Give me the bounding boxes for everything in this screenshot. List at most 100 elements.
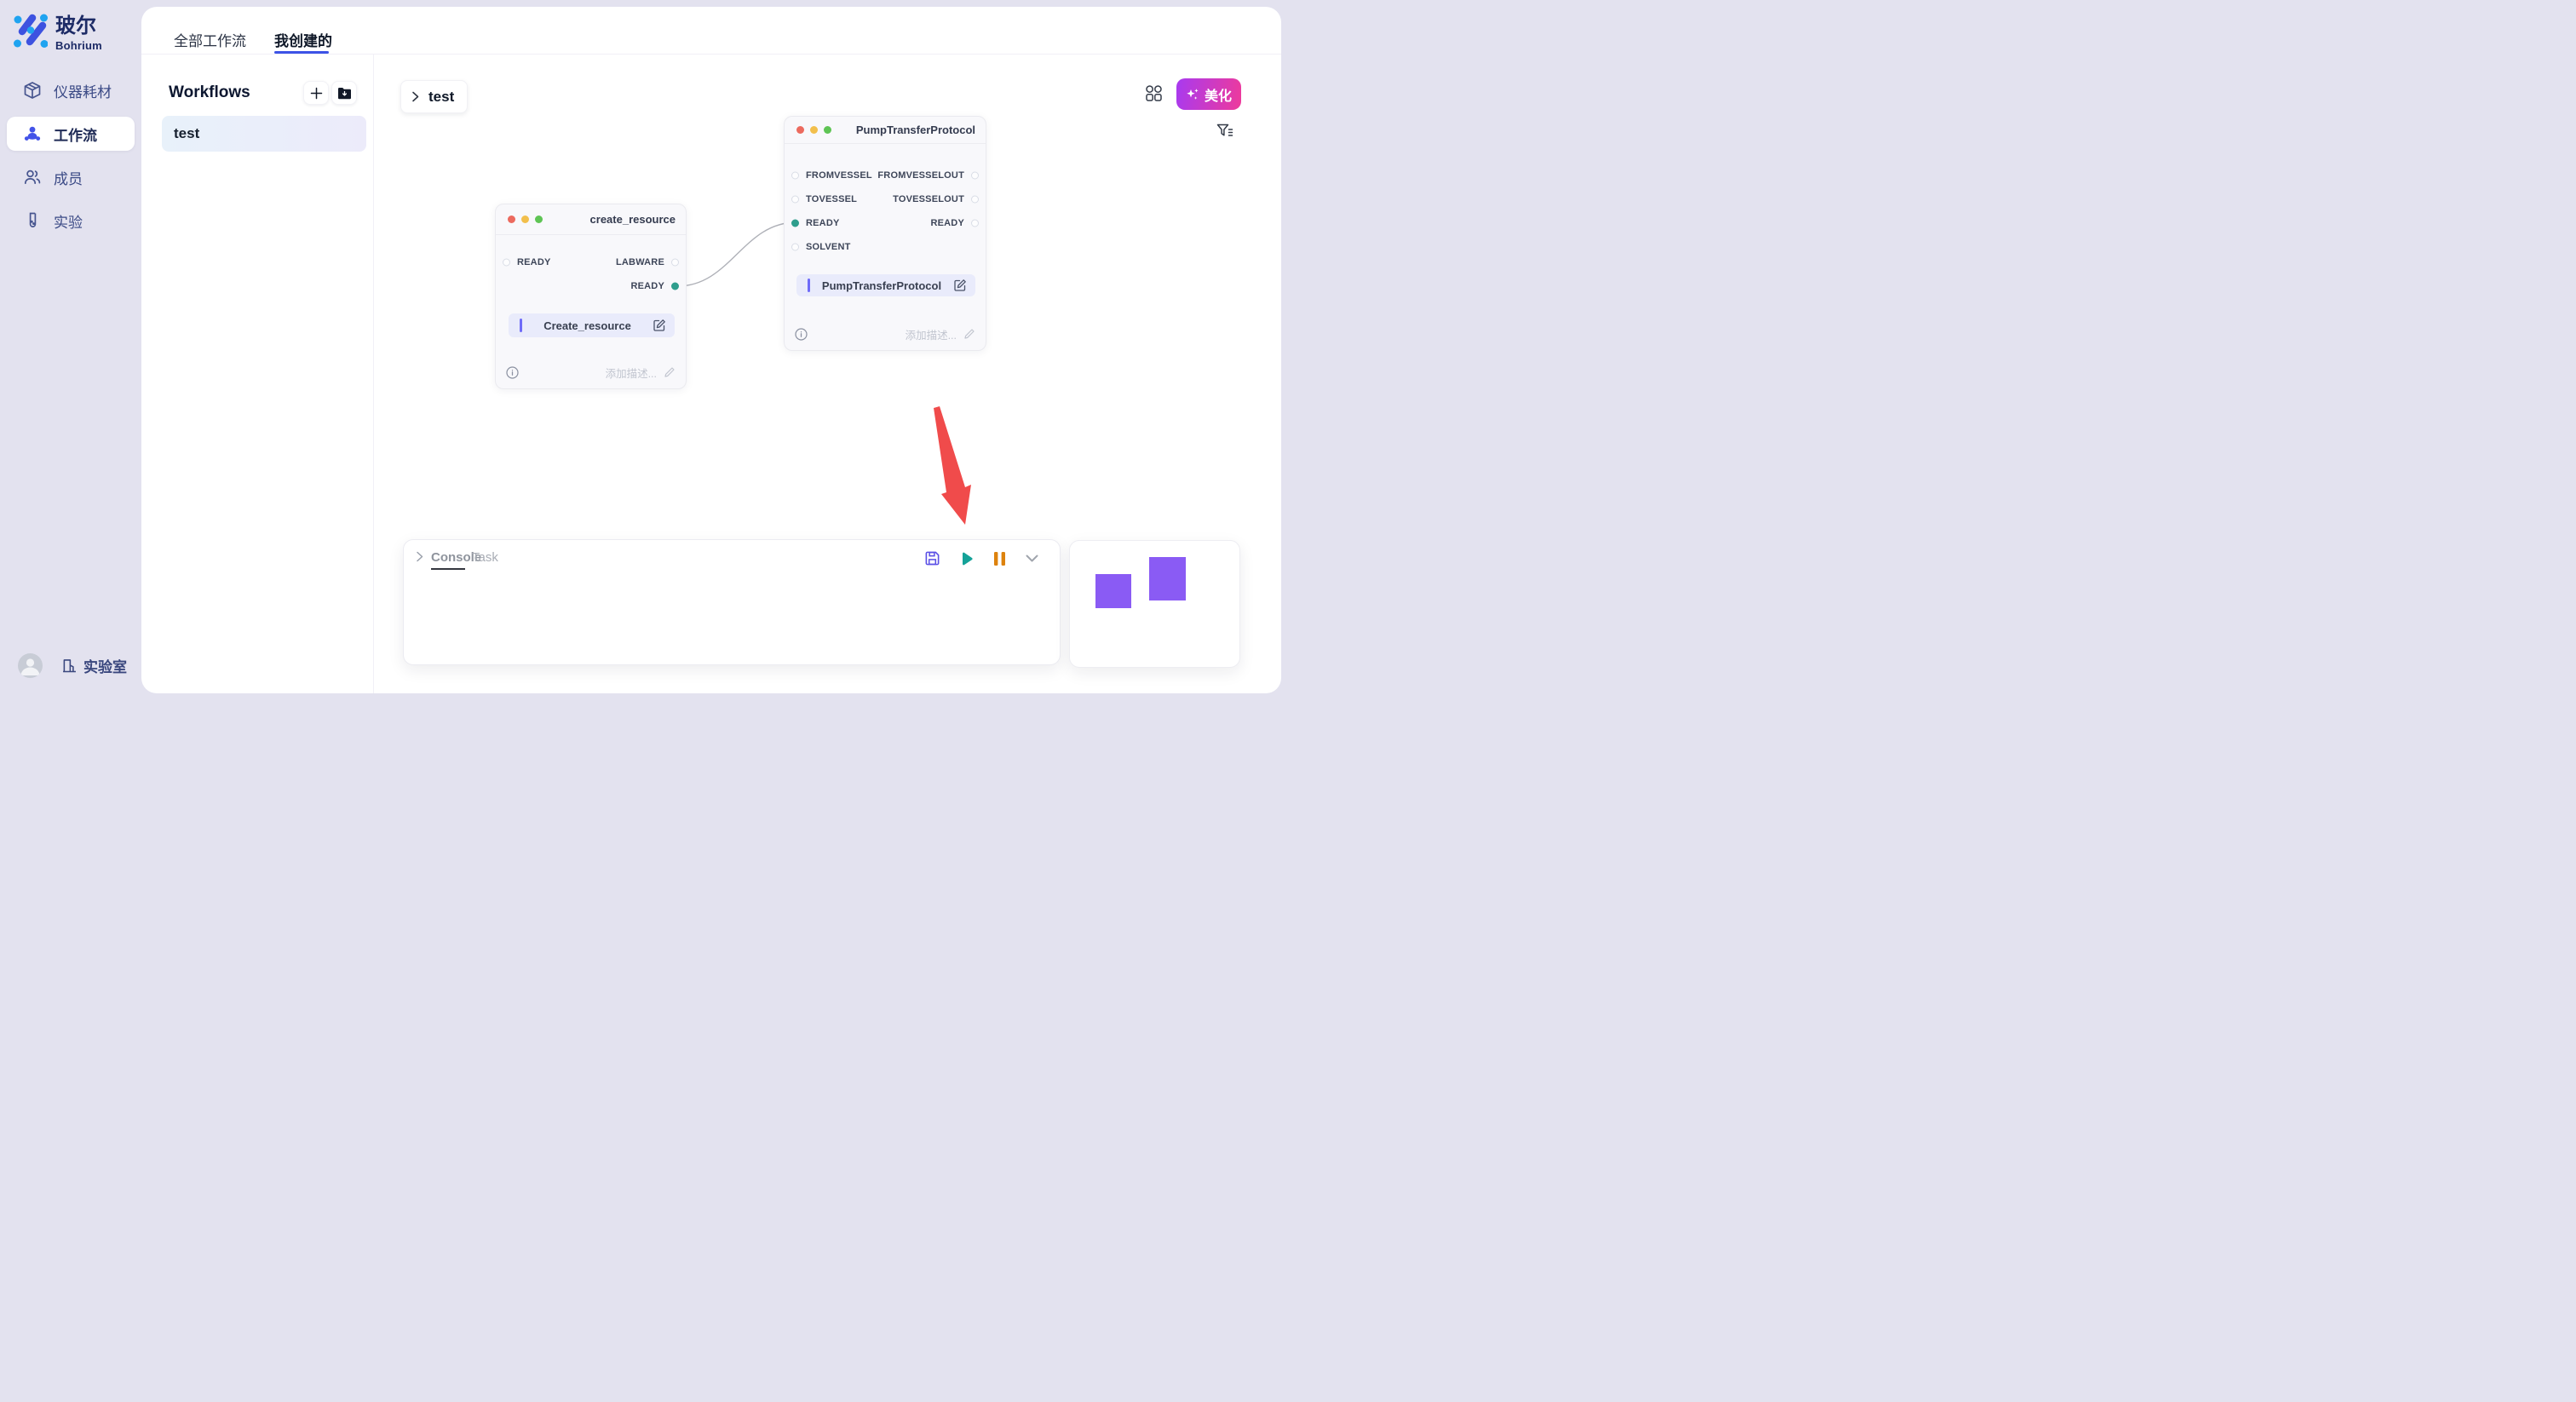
node-title: create_resource xyxy=(590,213,676,226)
sidebar-item-workflow[interactable]: 工作流 xyxy=(7,117,135,151)
description-placeholder[interactable]: 添加描述... xyxy=(606,365,657,381)
pill-label: Create_resource xyxy=(522,319,653,332)
node-header[interactable]: PumpTransferProtocol xyxy=(785,117,986,144)
port-row: READY LABWARE xyxy=(496,254,686,271)
port-label: READY xyxy=(630,281,664,291)
run-play-icon[interactable] xyxy=(959,551,975,566)
input-port-tovessel[interactable] xyxy=(791,196,799,204)
output-port-ready[interactable] xyxy=(671,283,679,290)
building-icon xyxy=(60,657,78,675)
breadcrumb-label: test xyxy=(428,89,454,106)
sidebar-item-label: 成员 xyxy=(54,167,83,188)
edge-create-to-pump xyxy=(677,222,796,286)
edit-icon[interactable] xyxy=(653,319,666,332)
info-icon[interactable] xyxy=(506,366,519,379)
output-port-tovesselout[interactable] xyxy=(971,196,979,204)
input-port-fromvessel[interactable] xyxy=(791,172,799,180)
sidebar-item-label: 实验 xyxy=(54,210,83,232)
traffic-light-green-icon xyxy=(535,215,543,223)
port-row: READY READY xyxy=(785,215,986,232)
node-action-pill[interactable]: PumpTransferProtocol xyxy=(796,274,975,296)
port-label: FROMVESSEL xyxy=(806,170,872,181)
traffic-lights xyxy=(508,215,543,223)
input-port-solvent[interactable] xyxy=(791,244,799,251)
console-panel: Console Task xyxy=(403,539,1061,665)
sparkles-icon xyxy=(1186,88,1199,101)
info-icon[interactable] xyxy=(795,328,808,341)
port-label: LABWARE xyxy=(616,257,664,267)
bohrium-logo-icon xyxy=(14,14,48,48)
tab-all-workflows[interactable]: 全部工作流 xyxy=(174,29,246,50)
port-row: TOVESSEL TOVESSELOUT xyxy=(785,191,986,208)
brand-logo: 玻尔 Bohrium xyxy=(14,14,102,52)
import-folder-button[interactable] xyxy=(331,81,357,105)
sidebar-item-experiments[interactable]: 实验 xyxy=(7,204,135,238)
breadcrumb[interactable]: test xyxy=(400,80,468,113)
beautify-button[interactable]: 美化 xyxy=(1176,78,1241,110)
chevron-right-icon xyxy=(410,91,421,102)
workflow-tabbar: 全部工作流 我创建的 xyxy=(141,7,1281,55)
workspace-switcher[interactable]: 实验室 xyxy=(0,652,141,678)
node-header[interactable]: create_resource xyxy=(496,204,686,235)
avatar-person-icon xyxy=(18,653,43,678)
filter-icon[interactable] xyxy=(1216,124,1233,140)
traffic-light-red-icon xyxy=(796,126,804,134)
sidebar-item-instruments[interactable]: 仪器耗材 xyxy=(7,73,135,107)
pencil-icon[interactable] xyxy=(664,366,676,378)
workflow-list-item-test[interactable]: test xyxy=(162,116,366,152)
port-label: READY xyxy=(806,218,840,228)
tab-my-workflows[interactable]: 我创建的 xyxy=(274,29,332,50)
add-workflow-button[interactable] xyxy=(303,81,329,105)
node-action-pill[interactable]: Create_resource xyxy=(509,313,675,337)
command-layout-icon[interactable] xyxy=(1146,85,1162,101)
port-label: READY xyxy=(930,218,964,228)
node-footer: 添加描述... xyxy=(795,325,975,343)
sidebar-item-label: 仪器耗材 xyxy=(54,80,112,101)
active-tab-indicator xyxy=(274,51,329,54)
collapse-chevron-down-icon[interactable] xyxy=(1025,551,1039,566)
console-active-tab-indicator xyxy=(431,568,465,570)
traffic-light-green-icon xyxy=(824,126,831,134)
console-expand-chevron-icon[interactable] xyxy=(414,551,425,562)
test-tube-icon xyxy=(22,210,43,231)
flow-node-pump-transfer[interactable]: PumpTransferProtocol FROMVESSEL FROMVESS… xyxy=(784,116,986,351)
members-icon xyxy=(22,167,43,187)
canvas-minimap[interactable] xyxy=(1069,540,1240,668)
flow-node-create-resource[interactable]: create_resource READY LABWARE READY Crea… xyxy=(495,204,687,389)
package-icon xyxy=(22,80,43,101)
console-actions xyxy=(924,550,1039,566)
port-row: SOLVENT xyxy=(785,238,986,256)
folder-download-icon xyxy=(337,87,352,100)
node-footer: 添加描述... xyxy=(506,363,676,382)
output-port-ready[interactable] xyxy=(971,220,979,227)
sidebar-item-label: 工作流 xyxy=(54,124,97,145)
brand-subtitle: Bohrium xyxy=(55,39,102,52)
workflow-people-icon xyxy=(22,124,43,144)
user-avatar[interactable] xyxy=(18,653,43,678)
app-window: 玻尔 Bohrium 仪器耗材 工作流 xyxy=(0,0,1288,701)
sidebar-item-members[interactable]: 成员 xyxy=(7,160,135,194)
pencil-icon[interactable] xyxy=(963,328,975,340)
sidebar: 玻尔 Bohrium 仪器耗材 工作流 xyxy=(0,0,141,701)
output-port-fromvesselout[interactable] xyxy=(971,172,979,180)
port-label: READY xyxy=(517,257,551,267)
edit-icon[interactable] xyxy=(953,279,967,292)
port-label: TOVESSELOUT xyxy=(893,194,964,204)
description-placeholder[interactable]: 添加描述... xyxy=(906,326,957,342)
workspace-label: 实验室 xyxy=(83,655,127,676)
sidebar-nav: 仪器耗材 工作流 成员 xyxy=(0,73,141,247)
input-port-ready[interactable] xyxy=(503,259,510,267)
traffic-light-yellow-icon xyxy=(810,126,818,134)
port-row: READY xyxy=(496,278,686,295)
pause-icon[interactable] xyxy=(993,551,1006,566)
brand-title: 玻尔 xyxy=(55,14,102,39)
input-port-ready[interactable] xyxy=(791,220,799,227)
output-port-labware[interactable] xyxy=(671,259,679,267)
save-icon[interactable] xyxy=(924,550,940,566)
panel-divider xyxy=(373,55,374,693)
port-label: SOLVENT xyxy=(806,242,851,252)
main-panel: 全部工作流 我创建的 Workflows test test xyxy=(141,7,1281,693)
minimap-node-rect xyxy=(1095,574,1131,608)
tab-task[interactable]: Task xyxy=(472,550,498,565)
workflow-item-label: test xyxy=(174,125,199,142)
